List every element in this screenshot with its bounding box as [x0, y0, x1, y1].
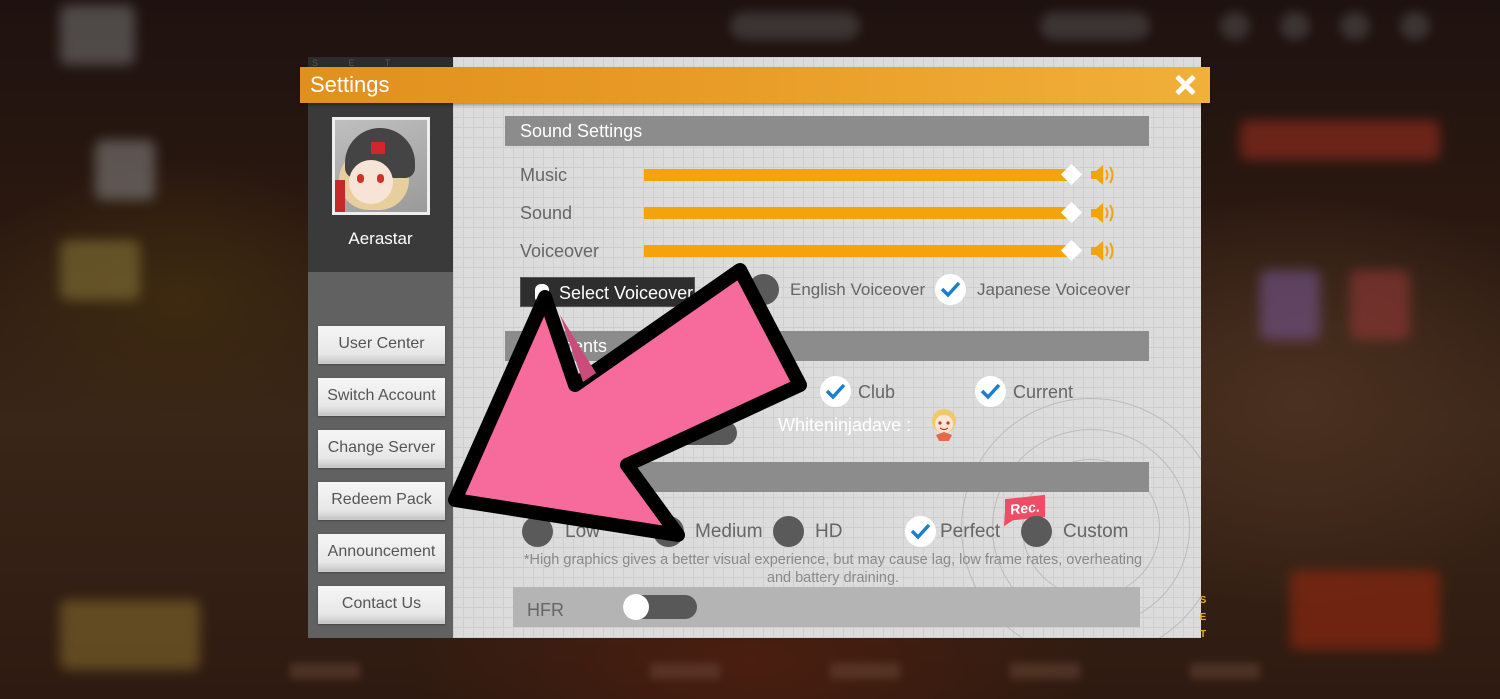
world-checkbox[interactable] [671, 376, 702, 407]
bg-nav-label [650, 663, 720, 679]
speaker-icon[interactable] [1089, 201, 1117, 225]
select-voiceover-button[interactable]: Select Voiceover [520, 277, 695, 307]
username: Aerastar [348, 229, 413, 248]
bg-icon [1280, 12, 1310, 40]
check-icon [676, 383, 697, 400]
bg-nav-label [1190, 663, 1260, 679]
graphics-custom-label: Custom [1063, 521, 1129, 542]
toggle-knob [663, 420, 689, 446]
club-checkbox[interactable] [820, 376, 851, 407]
sound-slider[interactable] [644, 201, 1083, 224]
english-voiceover-radio[interactable] [748, 274, 779, 305]
check-icon [980, 383, 1001, 400]
graphics-low-label: Low [565, 521, 600, 542]
chibi-sticker-icon [932, 409, 956, 441]
graphics-custom-radio[interactable] [1021, 516, 1052, 547]
graphics-medium-radio[interactable] [653, 516, 684, 547]
bg-card [95, 140, 155, 200]
title-bar: Settings [300, 67, 1210, 103]
switch-account-button[interactable]: Switch Account [318, 378, 445, 416]
select-voiceover-label: Select Voiceover [559, 283, 694, 303]
bg-icon [1340, 12, 1370, 40]
bg-icon [1400, 12, 1430, 40]
music-label: Music [520, 165, 568, 185]
graphics-hd-radio[interactable] [773, 516, 804, 547]
toggle-knob [623, 594, 649, 620]
avatar-badge [371, 142, 385, 154]
contact-us-button[interactable]: Contact Us [318, 586, 445, 624]
user-center-button[interactable]: User Center [318, 326, 445, 364]
bg-card [60, 600, 200, 670]
settings-dialog: S E T Sound Settings Music Sound Voiceov… [300, 57, 1210, 638]
close-button[interactable] [1170, 70, 1200, 100]
graphics-medium-label: Medium [695, 521, 763, 542]
japanese-voiceover-label: Japanese Voiceover [977, 280, 1131, 299]
bg-nav-label [290, 663, 360, 679]
bg-nav-label [830, 663, 900, 679]
side-tag-letter: T [1199, 629, 1207, 640]
bg-currency [730, 12, 860, 40]
voiceover-label: Voiceover [520, 241, 600, 261]
graphics-perfect-label: Perfect [940, 521, 1001, 542]
settings-content: Sound Settings Music Sound Voiceover Sel… [453, 57, 1201, 638]
club-label: Club [858, 382, 896, 402]
bg-currency [1040, 12, 1150, 40]
bg-banner [1240, 120, 1440, 160]
sound-slider-knob[interactable] [1060, 201, 1083, 224]
sound-settings-header: Sound Settings [505, 116, 1149, 146]
speaker-icon[interactable] [1089, 163, 1117, 187]
music-slider[interactable] [644, 163, 1083, 186]
graphics-perfect-radio[interactable] [905, 516, 936, 547]
bg-card [1290, 570, 1440, 650]
bg-portrait [60, 5, 135, 65]
hfr-row: HFR [513, 587, 1140, 627]
side-tag-letter: S [1199, 595, 1207, 606]
avatar-eye [377, 174, 384, 183]
hfr-label: HFR [527, 600, 564, 620]
side-tag-letter: E [1199, 612, 1207, 623]
voiceover-slider[interactable] [644, 239, 1083, 262]
dialog-title: Settings [310, 72, 390, 97]
avatar-accent [335, 180, 345, 212]
graphics-hd-label: HD [815, 521, 843, 542]
bg-icon [1220, 12, 1250, 40]
voiceover-slider-knob[interactable] [1060, 239, 1083, 262]
announcement-button[interactable]: Announcement [318, 534, 445, 572]
bg-card [60, 240, 140, 300]
display-in-battle-toggle[interactable] [663, 420, 737, 446]
bg-card [1350, 270, 1410, 340]
redeem-pack-button[interactable]: Redeem Pack [318, 482, 445, 520]
microphone-icon [535, 284, 549, 300]
change-server-button[interactable]: Change Server [318, 430, 445, 468]
bg-nav-label [1010, 663, 1080, 679]
avatar-eye [357, 174, 364, 183]
japanese-voiceover-radio[interactable] [935, 274, 966, 305]
hfr-toggle[interactable] [623, 594, 697, 620]
graphics-note: *High graphics gives a better visual exp… [523, 552, 1143, 586]
check-icon [940, 281, 961, 298]
sound-label: Sound [520, 203, 573, 223]
current-checkbox[interactable] [975, 376, 1006, 407]
display-in-battle-label: Display in Battle [520, 423, 650, 443]
check-icon [910, 523, 931, 540]
comments-header: Comments [505, 331, 1149, 361]
bg-card [1260, 270, 1320, 340]
graphics-low-radio[interactable] [522, 516, 553, 547]
avatar-face [349, 160, 393, 204]
world-label: World [711, 382, 756, 401]
side-tag: S E T [1198, 592, 1208, 643]
live-comments-label: Live Comments [520, 381, 646, 401]
avatar[interactable] [332, 117, 430, 215]
graphics-header: Graphics [505, 462, 1149, 492]
current-label: Current [1013, 382, 1074, 402]
music-slider-knob[interactable] [1060, 163, 1083, 186]
english-voiceover-label: English Voiceover [790, 280, 926, 299]
speaker-icon[interactable] [1089, 239, 1117, 263]
check-icon [825, 383, 846, 400]
comment-preview-name: Whiteninjadave : [778, 415, 912, 435]
